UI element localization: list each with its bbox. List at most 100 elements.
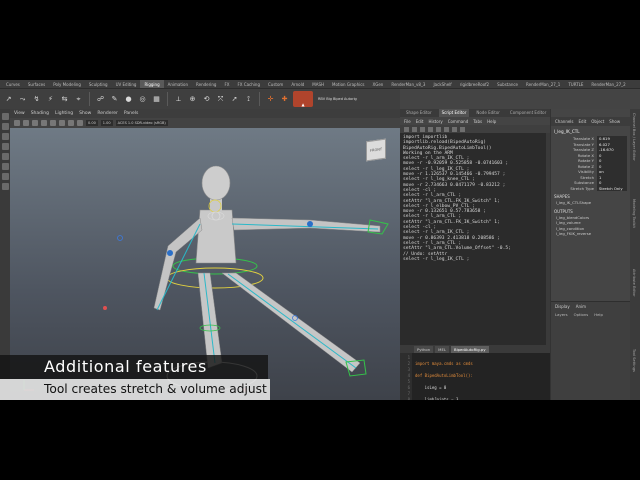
ik-handle-icon[interactable]: ↯ — [31, 94, 42, 105]
aim-constraint-icon[interactable]: ➚ — [229, 94, 240, 105]
lasso-tool-icon[interactable] — [1, 123, 9, 130]
script-input-tab[interactable]: BipedAutoRig.py — [450, 345, 489, 353]
layout-single-icon[interactable] — [1, 173, 9, 180]
editor-tab[interactable]: Shape Editor — [403, 109, 435, 117]
shelf-tab[interactable]: Sculpting — [85, 80, 112, 88]
exposure-field[interactable]: 0.00 — [86, 120, 98, 126]
shelf-tab[interactable]: RenderMan_27_1 — [522, 80, 564, 88]
isolate-icon[interactable] — [77, 120, 83, 126]
shelf-tab[interactable]: MASH — [308, 80, 328, 88]
viewport-menu-item[interactable]: Shading — [31, 111, 49, 116]
viewport-menu-item[interactable]: Show — [79, 111, 91, 116]
shelf-tab[interactable]: Substance — [493, 80, 522, 88]
left-elbow-joint[interactable] — [307, 221, 313, 227]
shelf-tab[interactable]: Motion Graphics — [328, 80, 369, 88]
gamma-field[interactable]: 1.00 — [100, 120, 113, 126]
viewport-menu-item[interactable]: Panels — [124, 111, 138, 116]
script-input[interactable]: 1234567891011121314 import maya.cmds as … — [400, 353, 550, 400]
clear-input-icon[interactable] — [428, 126, 433, 132]
mirror-joint-icon[interactable]: ⇆ — [59, 94, 70, 105]
lattice-icon[interactable]: ▦ — [151, 94, 162, 105]
scale-tool-icon[interactable] — [1, 163, 9, 170]
paint-select-icon[interactable] — [1, 133, 9, 140]
layer-menu-item[interactable]: Options — [574, 312, 589, 317]
ik-spline-icon[interactable]: ⚡ — [45, 94, 56, 105]
right-elbow-joint[interactable] — [167, 250, 173, 256]
side-panel-tab[interactable]: Attribute Editor — [632, 269, 636, 297]
shadows-icon[interactable] — [59, 120, 65, 126]
attribute-row[interactable]: Stretch Type Stretch Only — [551, 185, 630, 191]
layer-tab[interactable]: Anim — [576, 304, 586, 309]
bind-skin-icon[interactable]: ☍ — [95, 94, 106, 105]
show-line-numbers-icon[interactable] — [444, 126, 449, 132]
channel-menu-item[interactable]: Object — [591, 119, 604, 124]
viewport-menu-item[interactable]: Lighting — [55, 111, 73, 116]
output-node[interactable]: l_leg_FKIK_reverse — [551, 231, 630, 237]
scale-constraint-icon[interactable]: ⤧ — [215, 94, 226, 105]
sphere-icon[interactable]: ● — [123, 94, 134, 105]
script-menu-item[interactable]: Edit — [416, 119, 424, 124]
rotate-tool-icon[interactable] — [1, 153, 9, 160]
side-panel-tab[interactable]: Modeling Toolkit — [632, 199, 636, 228]
shelf-tab[interactable]: Surfaces — [24, 80, 49, 88]
script-menu-item[interactable]: File — [404, 119, 411, 124]
editor-tab[interactable]: Script Editor — [438, 109, 470, 117]
viewport-menu-item[interactable]: Renderer — [97, 111, 118, 116]
biped-autorig-button[interactable]: ▲ — [293, 91, 313, 107]
cluster-icon[interactable]: ◎ — [137, 94, 148, 105]
shelf-tab[interactable]: RenderMan_v8_3 — [387, 80, 429, 88]
parent-constraint-icon[interactable]: ⟂ — [173, 94, 184, 105]
script-menu-item[interactable]: Tabs — [473, 119, 482, 124]
attribute-value[interactable]: Stretch Only — [597, 185, 627, 191]
layer-menu-item[interactable]: Help — [594, 312, 603, 317]
channel-menu-item[interactable]: Channels — [555, 119, 574, 124]
selected-object-name[interactable]: l_leg_IK_CTL — [551, 126, 630, 136]
script-history[interactable]: import importlib importlib.reload(BipedAu… — [400, 133, 546, 345]
side-panel-tab[interactable]: Tool Settings — [632, 349, 636, 372]
orient-constraint-icon[interactable]: ⟲ — [201, 94, 212, 105]
shelf-tab[interactable]: TURTLE — [564, 80, 587, 88]
point-constraint-icon[interactable]: ⊕ — [187, 94, 198, 105]
pole-vector-icon[interactable]: ⟟ — [243, 94, 254, 105]
select-tool-icon[interactable] — [1, 113, 9, 120]
orient-joint-icon[interactable]: ⌖ — [73, 94, 84, 105]
xray-icon[interactable] — [68, 120, 74, 126]
open-script-icon[interactable] — [404, 126, 409, 132]
shelf-tab[interactable]: XGen — [369, 80, 388, 88]
shelf-tab[interactable]: FX — [220, 80, 233, 88]
code-area[interactable]: import maya.cmds as cmds def BipedAutoLi… — [412, 353, 550, 400]
shelf-tab[interactable]: Curves — [2, 80, 24, 88]
textured-icon[interactable] — [41, 120, 47, 126]
lights-icon[interactable] — [50, 120, 56, 126]
layer-menu-item[interactable]: Layers — [555, 312, 568, 317]
script-input-tab[interactable]: MEL — [435, 345, 449, 353]
camera-icon[interactable] — [14, 120, 20, 126]
pole-vector-ctl[interactable] — [103, 306, 107, 310]
shelf-tab[interactable]: Custom — [264, 80, 287, 88]
shelf-tab[interactable]: rigidbreeRoof2 — [456, 80, 493, 88]
move-pivot-icon[interactable]: ✛ — [265, 94, 276, 105]
channel-menu-item[interactable]: Show — [609, 119, 620, 124]
shelf-tab[interactable]: Poly Modeling — [49, 80, 85, 88]
execute-selected-icon[interactable] — [460, 126, 465, 132]
shelf-tab[interactable]: Rendering — [192, 80, 220, 88]
shelf-tab[interactable]: UV Editing — [112, 80, 141, 88]
save-script-icon[interactable] — [412, 126, 417, 132]
side-panel-tab[interactable]: Channel Box / Layer Editor — [632, 113, 636, 161]
shelf-tab[interactable]: RenderMan_27_2 — [587, 80, 629, 88]
elbow-pv-ctl[interactable] — [117, 235, 123, 241]
viewport-menu-item[interactable]: View — [14, 111, 25, 116]
move-tool-icon[interactable] — [1, 143, 9, 150]
curve-arrow-icon[interactable]: ↗ — [3, 94, 14, 105]
script-menu-item[interactable]: Command — [448, 119, 469, 124]
shelf-tab[interactable]: JackShelf — [429, 80, 455, 88]
paint-weights-icon[interactable]: ✎ — [109, 94, 120, 105]
shelf-tab[interactable]: Animation — [164, 80, 192, 88]
shelf-tab[interactable]: Arnold — [287, 80, 308, 88]
smooth-shade-icon[interactable] — [32, 120, 38, 126]
color-space-field[interactable]: ACES 1.0 SDR-video (sRGB) — [115, 120, 168, 126]
viewcube[interactable]: FRONT — [366, 138, 386, 162]
script-menu-item[interactable]: Help — [487, 119, 496, 124]
channel-menu-item[interactable]: Edit — [579, 119, 587, 124]
snap-icon[interactable]: ✚ — [279, 94, 290, 105]
